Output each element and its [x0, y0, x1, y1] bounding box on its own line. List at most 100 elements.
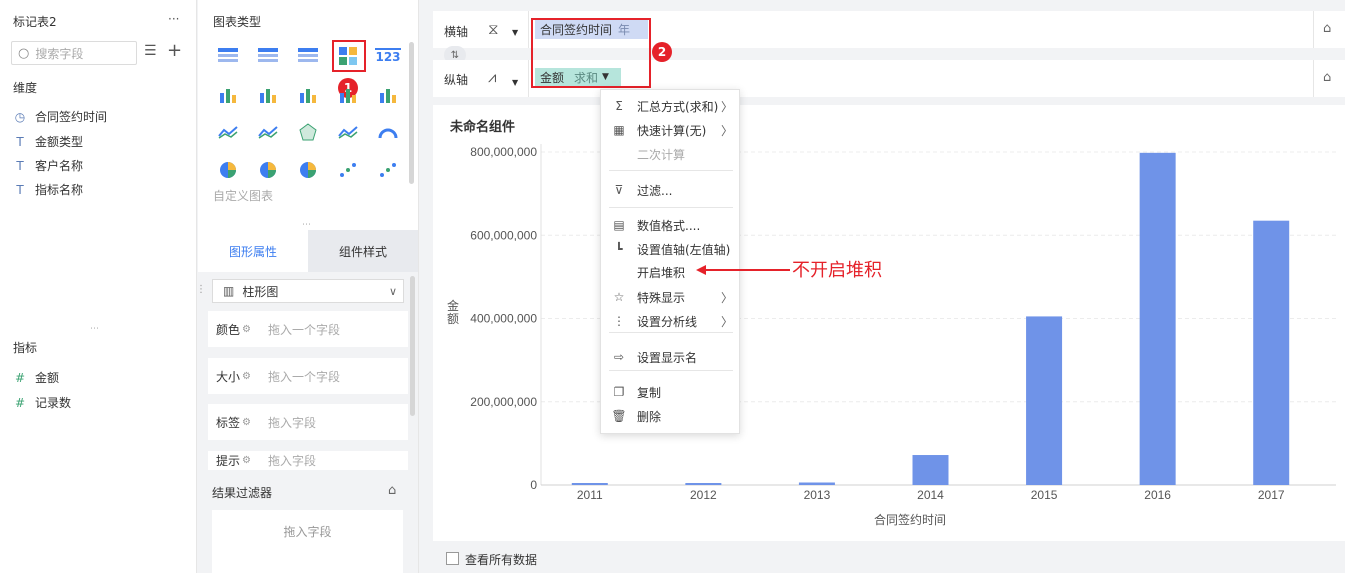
sort-icon[interactable]: ☰ [144, 43, 157, 59]
text-icon: T [16, 134, 24, 149]
table-icon[interactable] [213, 41, 243, 71]
line-icon[interactable] [213, 117, 243, 147]
hash-icon: # [14, 370, 26, 385]
menu-item[interactable]: ⋮ 设置分析线 〉 [601, 310, 741, 332]
dimension-field[interactable]: T 金额类型 [13, 133, 83, 150]
dimension-field[interactable]: T 客户名称 [13, 157, 83, 174]
view-all-checkbox[interactable] [446, 552, 459, 565]
search-field[interactable]: ○ 搜索字段 [11, 41, 137, 65]
divider [528, 11, 529, 48]
menu-divider [609, 370, 733, 371]
menu-item-label: 过滤... [637, 183, 673, 198]
ring-icon[interactable] [293, 155, 323, 185]
chart-type-scrollbar[interactable] [409, 42, 414, 184]
radar-icon[interactable] [293, 117, 323, 147]
prop-label: 标签 [216, 415, 241, 430]
x-tick-label: 2015 [1031, 488, 1058, 502]
stacked-column-icon[interactable] [333, 80, 363, 110]
bar[interactable] [685, 483, 722, 485]
kpi-icon[interactable]: 123 [373, 41, 403, 71]
y-axis-dropdown-icon[interactable]: ▼ [512, 78, 518, 87]
menu-item[interactable]: ▤ 数值格式.... [601, 214, 741, 236]
prop-row[interactable]: 大小 ⚙ 拖入一个字段 [208, 358, 408, 394]
prop-label: 颜色 [216, 322, 241, 337]
polyline-icon[interactable] [253, 117, 283, 147]
y-axis-type-icon[interactable]: ⩘ [488, 68, 496, 86]
menu-item[interactable]: ❐ 复制 [601, 381, 741, 403]
bar[interactable] [1026, 316, 1063, 485]
scatter-bar-icon[interactable] [373, 80, 403, 110]
y-tick-label: 600,000,000 [470, 228, 537, 242]
bar[interactable] [1139, 152, 1176, 485]
divider [1313, 11, 1314, 48]
value-axis-icon: ┗ [615, 242, 623, 256]
gear-icon: ⚙ [242, 455, 251, 466]
gear-icon: ⚙ [242, 370, 251, 382]
panel-splitter[interactable]: ⋮ [196, 284, 206, 295]
table-title: 标记表2 [13, 15, 57, 29]
gauge-icon[interactable] [373, 117, 403, 147]
bar[interactable] [571, 483, 608, 485]
display-name-icon: ⇨ [613, 350, 625, 364]
filter-icon: ⊽ [614, 183, 624, 197]
dimension-field[interactable]: ◷ 合同签约时间 [13, 108, 107, 125]
prop-row[interactable]: 颜色 ⚙ 拖入一个字段 [208, 311, 408, 347]
x-tick-label: 2011 [577, 488, 603, 502]
axis-settings-icon[interactable]: ⌂ [1323, 21, 1331, 36]
menu-item[interactable]: ☆ 特殊显示 〉 [601, 286, 741, 308]
search-icon: ○ [18, 45, 30, 61]
resize-handle-2[interactable]: ⋯ [302, 220, 311, 230]
bar[interactable] [798, 482, 835, 485]
prop-row[interactable]: 标签 ⚙ 拖入字段 [208, 404, 408, 440]
hash-icon: # [14, 395, 26, 410]
dimension-field[interactable]: T 指标名称 [13, 181, 83, 198]
metric-field[interactable]: # 记录数 [13, 394, 71, 411]
prop-label-wrap: 颜色 ⚙ [208, 321, 268, 338]
axis-settings-icon[interactable]: ⌂ [1323, 70, 1331, 85]
result-filter-dropzone[interactable]: 拖入字段 [212, 510, 403, 573]
cross-table-icon[interactable] [253, 41, 283, 71]
field-label: 金额 [35, 371, 60, 385]
menu-item[interactable]: ▦ 快速计算(无) 〉 [601, 119, 741, 141]
menu-item[interactable]: ⊽ 过滤... [601, 179, 741, 201]
rose-pie-icon[interactable] [253, 155, 283, 185]
menu-divider [609, 170, 733, 171]
bar-icon[interactable] [253, 80, 283, 110]
chevron-right-icon: 〉 [720, 290, 733, 305]
prop-label-wrap: 大小 ⚙ [208, 368, 268, 385]
pie-icon[interactable] [213, 155, 243, 185]
menu-item[interactable]: 🗑 删除 [601, 405, 741, 427]
metric-field[interactable]: # 金额 [13, 369, 59, 386]
x-axis-dropdown-icon[interactable]: ▼ [512, 28, 518, 37]
chart-kind-select[interactable]: ▥ 柱形图 ∨ [212, 279, 404, 303]
tab-graphic-properties[interactable]: 图形属性 [198, 230, 308, 272]
y-tick-label: 200,000,000 [470, 395, 537, 409]
menu-item[interactable]: ⇨ 设置显示名 [601, 346, 741, 368]
menu-item-label: 设置分析线 [637, 314, 698, 329]
tab-component-style[interactable]: 组件样式 [308, 230, 418, 272]
stacked-bar-icon[interactable] [213, 80, 243, 110]
field-label: 合同签约时间 [35, 110, 108, 124]
menu-item[interactable]: Σ 汇总方式(求和) 〉 [601, 95, 741, 117]
color-block-icon[interactable] [333, 41, 363, 71]
area-icon[interactable] [333, 117, 363, 147]
bar[interactable] [912, 455, 949, 485]
text-icon: T [16, 158, 24, 173]
x-tick-label: 2013 [804, 488, 831, 502]
resize-handle[interactable]: ⋯ [90, 324, 99, 334]
add-icon[interactable]: + [167, 40, 182, 61]
x-axis-type-icon[interactable]: ⧖ [488, 20, 499, 38]
filter-settings-icon[interactable]: ⌂ [388, 483, 396, 498]
menu-item: 二次计算 [601, 143, 741, 165]
grouped-bar-icon[interactable] [293, 80, 323, 110]
menu-item-label: 汇总方式(求和) [637, 99, 719, 114]
bubble-icon[interactable] [373, 155, 403, 185]
metric-header: 指标 [13, 341, 38, 355]
props-scrollbar[interactable] [410, 276, 415, 416]
point-icon[interactable] [333, 155, 363, 185]
bar-chart: 800,000,000 600,000,000 400,000,000 200,000… [470, 144, 1336, 502]
detail-table-icon[interactable] [293, 41, 323, 71]
prop-row[interactable]: 提示 ⚙ 拖入字段 [208, 451, 408, 470]
more-icon[interactable]: ··· [168, 12, 179, 26]
bar[interactable] [1253, 220, 1290, 485]
